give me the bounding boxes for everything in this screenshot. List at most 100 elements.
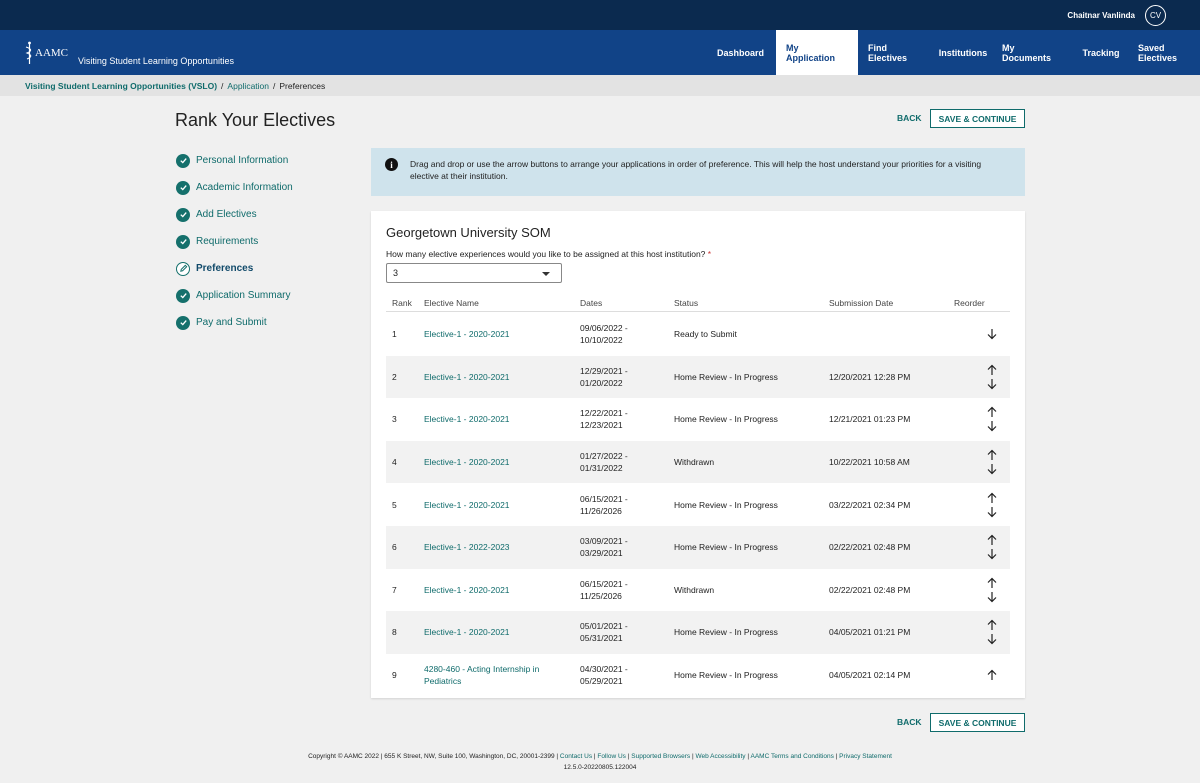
elective-name-link[interactable]: Elective-1 - 2022-2023 — [424, 541, 569, 553]
institution-name: Georgetown University SOM — [386, 225, 551, 240]
move-down-icon[interactable] — [986, 548, 998, 560]
move-up-icon[interactable] — [986, 492, 998, 504]
nav-saved-electives[interactable]: Saved Electives — [1128, 30, 1200, 75]
step-item[interactable]: Personal Information — [176, 147, 293, 174]
table-row: 3 Elective-1 - 2020-2021 12/22/2021 - 12/2… — [386, 398, 1010, 441]
move-down-icon[interactable] — [986, 463, 998, 475]
aamc-logo[interactable]: AAMC — [25, 41, 68, 65]
elective-name-link[interactable]: Elective-1 - 2020-2021 — [424, 413, 569, 425]
move-down-icon[interactable] — [986, 633, 998, 645]
save-continue-button-bottom[interactable]: SAVE & CONTINUE — [930, 713, 1025, 732]
elective-name-link[interactable]: Elective-1 - 2020-2021 — [424, 584, 569, 596]
table-row: 5 Elective-1 - 2020-2021 06/15/2021 - 11/2… — [386, 483, 1010, 526]
brand[interactable]: AAMC Visiting Student Learning Opportuni… — [0, 30, 234, 75]
move-down-icon[interactable] — [986, 420, 998, 432]
check-circle-icon — [176, 180, 190, 195]
step-item[interactable]: Add Electives — [176, 201, 293, 228]
col-submission-date: Submission Date — [829, 298, 894, 308]
submission-date-cell: 03/22/2021 02:34 PM — [829, 499, 911, 510]
move-up-icon[interactable] — [986, 406, 998, 418]
reorder-controls — [986, 619, 998, 645]
footer-link[interactable]: Contact Us — [560, 753, 592, 760]
user-name[interactable]: Chaitnar Vanlinda — [1067, 11, 1135, 20]
move-down-icon[interactable] — [986, 591, 998, 603]
submission-date-cell: 12/20/2021 12:28 PM — [829, 371, 911, 382]
dates-cell: 06/15/2021 - 11/26/2026 — [580, 493, 628, 516]
avatar[interactable]: CV — [1145, 4, 1166, 26]
question-text: How many elective experiences would you … — [386, 249, 706, 259]
info-banner: i Drag and drop or use the arrow buttons… — [371, 148, 1025, 196]
elective-name-link[interactable]: Elective-1 - 2020-2021 — [424, 456, 569, 468]
caret-down-icon — [542, 272, 550, 276]
step-label: Pay and Submit — [196, 317, 267, 328]
institution-card: Georgetown University SOM How many elect… — [371, 211, 1025, 698]
status-cell: Home Review - In Progress — [674, 670, 778, 681]
move-up-icon[interactable] — [986, 449, 998, 461]
elective-name-link[interactable]: Elective-1 - 2020-2021 — [424, 626, 569, 638]
elective-name-link[interactable]: 4280-460 - Acting Internship in Pediatri… — [424, 663, 569, 687]
table-row: 1 Elective-1 - 2020-2021 09/06/2022 - 10/1… — [386, 313, 1010, 356]
step-item[interactable]: Pay and Submit — [176, 309, 293, 336]
move-up-icon[interactable] — [986, 577, 998, 589]
table-row: 6 Elective-1 - 2022-2023 03/09/2021 - 03/2… — [386, 525, 1010, 569]
footer-link[interactable]: Supported Browsers — [631, 753, 690, 760]
nav-tracking[interactable]: Tracking — [1074, 30, 1128, 75]
step-label: Preferences — [196, 263, 254, 274]
reorder-controls — [986, 577, 998, 603]
move-up-icon[interactable] — [986, 619, 998, 631]
nav-my-application[interactable]: My Application — [776, 30, 858, 75]
step-label: Academic Information — [196, 182, 293, 193]
table-header: Rank Elective Name Dates Status Submissi… — [386, 293, 1010, 312]
move-up-icon[interactable] — [986, 534, 998, 546]
footer-link[interactable]: AAMC Terms and Conditions — [751, 753, 834, 760]
check-circle-icon — [176, 153, 190, 168]
elective-name-link[interactable]: Elective-1 - 2020-2021 — [424, 371, 569, 383]
back-button-top[interactable]: BACK — [897, 113, 922, 123]
check-circle-icon — [176, 207, 190, 222]
rank-cell: 9 — [392, 670, 397, 681]
dates-cell: 01/27/2022 - 01/31/2022 — [580, 451, 628, 474]
nav-dashboard[interactable]: Dashboard — [705, 30, 776, 75]
footer-copyright: Copyright © AAMC 2022 | 655 K Street, NW… — [308, 753, 559, 760]
rank-cell: 7 — [392, 584, 397, 595]
footer-link[interactable]: Follow Us — [597, 753, 626, 760]
step-item[interactable]: Application Summary — [176, 282, 293, 309]
save-continue-button-top[interactable]: SAVE & CONTINUE — [930, 109, 1025, 128]
nav-institutions[interactable]: Institutions — [934, 30, 992, 75]
elective-name-link[interactable]: Elective-1 - 2020-2021 — [424, 328, 569, 340]
reorder-controls — [986, 449, 998, 475]
breadcrumb-vslo[interactable]: Visiting Student Learning Opportunities … — [25, 81, 217, 91]
footer: Copyright © AAMC 2022 | 655 K Street, NW… — [0, 751, 1200, 773]
table-row: 2 Elective-1 - 2020-2021 12/29/2021 - 01/2… — [386, 355, 1010, 399]
move-down-icon[interactable] — [986, 378, 998, 390]
nav-find-electives[interactable]: Find Electives — [858, 30, 934, 75]
step-item[interactable]: Requirements — [176, 228, 293, 255]
table-row: 7 Elective-1 - 2020-2021 06/15/2021 - 11/2… — [386, 569, 1010, 612]
step-item[interactable]: Preferences — [176, 255, 293, 282]
step-label: Add Electives — [196, 209, 257, 220]
footer-link[interactable]: Privacy Statement — [839, 753, 892, 760]
move-up-icon[interactable] — [986, 364, 998, 376]
move-down-icon[interactable] — [986, 506, 998, 518]
status-cell: Home Review - In Progress — [674, 627, 778, 638]
elective-count-select[interactable]: 3 — [386, 263, 562, 283]
submission-date-cell: 02/22/2021 02:48 PM — [829, 542, 911, 553]
elective-name-link[interactable]: Elective-1 - 2020-2021 — [424, 499, 569, 511]
breadcrumb: Visiting Student Learning Opportunities … — [0, 75, 1200, 96]
submission-date-cell: 02/22/2021 02:48 PM — [829, 584, 911, 595]
step-item[interactable]: Academic Information — [176, 174, 293, 201]
elective-count-value: 3 — [393, 268, 399, 278]
submission-date-cell: 12/21/2021 01:23 PM — [829, 414, 911, 425]
page-title: Rank Your Electives — [175, 110, 336, 130]
breadcrumb-application[interactable]: Application — [227, 81, 269, 91]
move-down-icon[interactable] — [986, 328, 998, 340]
col-rank: Rank — [392, 298, 412, 308]
step-label: Application Summary — [196, 290, 291, 301]
status-cell: Withdrawn — [674, 584, 715, 595]
move-up-icon[interactable] — [986, 669, 998, 681]
back-button-bottom[interactable]: BACK — [897, 717, 922, 727]
status-cell: Home Review - In Progress — [674, 499, 778, 510]
nav-my-documents[interactable]: My Documents — [992, 30, 1074, 75]
breadcrumb-separator: / — [273, 80, 276, 91]
footer-link[interactable]: Web Accessibility — [695, 753, 745, 760]
